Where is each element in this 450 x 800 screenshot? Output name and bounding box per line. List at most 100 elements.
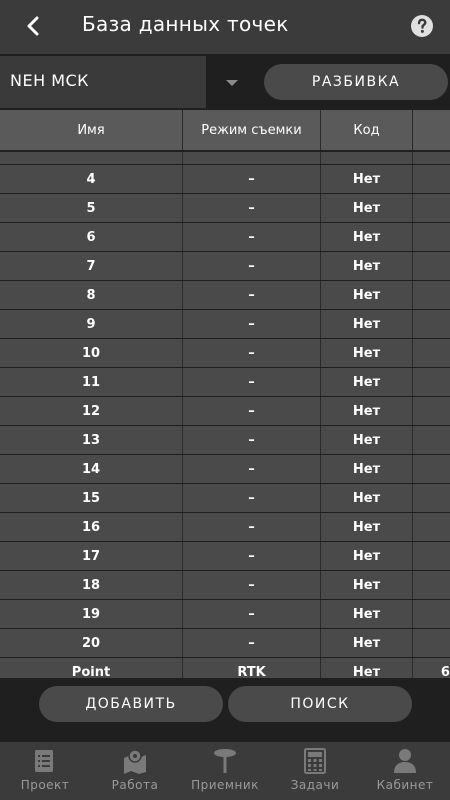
cell-extra (413, 397, 450, 425)
column-header-mode[interactable]: Режим съемки (183, 110, 321, 150)
nav-item-project[interactable]: Проект (0, 742, 90, 800)
cell-mode: – (183, 484, 321, 512)
nav-item-tasks[interactable]: Задачи (270, 742, 360, 800)
cell-name: 6 (0, 223, 183, 251)
table-header: Имя Режим съемки Код (0, 110, 450, 150)
table-row-partial[interactable] (0, 152, 450, 164)
cell-name: 4 (0, 165, 183, 193)
cell-extra: 5 (413, 571, 450, 599)
table-row[interactable]: 20–Нет5 (0, 629, 450, 657)
cell-extra: 5 (413, 339, 450, 367)
cell-name: 13 (0, 426, 183, 454)
nav-item-account[interactable]: Кабинет (360, 742, 450, 800)
coordinate-system-select[interactable]: NEH МСК (0, 56, 206, 108)
receiver-icon (214, 749, 236, 773)
table-row[interactable]: 8–Нет5 (0, 281, 450, 309)
cell-mode: – (183, 194, 321, 222)
table-row[interactable]: 13–Нет5 (0, 426, 450, 454)
cell-extra: 5 (413, 165, 450, 193)
cell-name: 15 (0, 484, 183, 512)
table-body: 4–Нет55–Нет56–Нет57–Нет58–Нет59–Нет510–Н… (0, 152, 450, 678)
table-row[interactable]: 7–Нет5 (0, 252, 450, 280)
cell-code: Нет (321, 658, 413, 678)
cell-code: Нет (321, 165, 413, 193)
nav-item-receiver[interactable]: Приемник (180, 742, 270, 800)
cell-extra: 5 (413, 426, 450, 454)
cell-extra: 5 (413, 223, 450, 251)
table-row[interactable]: 6–Нет5 (0, 223, 450, 251)
cell-extra (413, 368, 450, 396)
cell-code: Нет (321, 600, 413, 628)
table-row[interactable]: 17–Нет5 (0, 542, 450, 570)
cell-extra: 5 (413, 484, 450, 512)
cell-name: 10 (0, 339, 183, 367)
table-row[interactable]: 5–Нет5 (0, 194, 450, 222)
table-row[interactable]: 19–Нет5 (0, 600, 450, 628)
column-header-code[interactable]: Код (321, 110, 413, 150)
cell-code: Нет (321, 368, 413, 396)
table-row[interactable]: 14–Нет5 (0, 455, 450, 483)
cell-mode: – (183, 542, 321, 570)
cell-mode: – (183, 629, 321, 657)
dropdown-arrow-icon[interactable] (226, 80, 238, 86)
cell-mode: – (183, 368, 321, 396)
top-bar: База данных точек (0, 0, 450, 54)
cell-code: Нет (321, 252, 413, 280)
nav-label-receiver: Приемник (191, 778, 259, 792)
cell-mode: – (183, 397, 321, 425)
cell-extra: 5 (413, 542, 450, 570)
coordinate-system-value: NEH МСК (10, 71, 90, 90)
nav-label-account: Кабинет (376, 778, 434, 792)
table-row[interactable]: 9–Нет5 (0, 310, 450, 338)
controls-bar: NEH МСК РАЗБИВКА (0, 56, 450, 108)
page-title: База данных точек (82, 12, 289, 36)
points-table: Имя Режим съемки Код 4–Нет55–Нет56–Нет57… (0, 110, 450, 678)
table-row[interactable]: 4–Нет5 (0, 165, 450, 193)
cell-name: 16 (0, 513, 183, 541)
table-row[interactable]: 18–Нет5 (0, 571, 450, 599)
cell-code: Нет (321, 310, 413, 338)
add-button[interactable]: ДОБАВИТЬ (39, 686, 223, 722)
cell-extra: 5 (413, 310, 450, 338)
table-row[interactable]: PointRTKНет64 (0, 658, 450, 678)
cell-name: 11 (0, 368, 183, 396)
table-row[interactable]: 15–Нет5 (0, 484, 450, 512)
cell-extra: 5 (413, 600, 450, 628)
cell-extra: 5 (413, 455, 450, 483)
cell-code: Нет (321, 542, 413, 570)
cell-mode: – (183, 571, 321, 599)
stakeout-button[interactable]: РАЗБИВКА (264, 64, 448, 100)
help-icon[interactable] (410, 14, 434, 38)
column-header-name[interactable]: Имя (0, 110, 183, 150)
bottom-nav: Проект Работа Приемник Задачи Кабинет (0, 742, 450, 800)
table-row[interactable]: 12– Нет (0, 397, 450, 425)
table-row[interactable]: 11– Нет (0, 368, 450, 396)
back-arrow-icon[interactable] (22, 14, 46, 38)
cell-code: Нет (321, 513, 413, 541)
table-row[interactable]: 10–Нет5 (0, 339, 450, 367)
cell-code: Нет (321, 339, 413, 367)
cell-code: Нет (321, 426, 413, 454)
cell-name: 20 (0, 629, 183, 657)
cell-code: Нет (321, 397, 413, 425)
cell-extra: 5 (413, 252, 450, 280)
cell-name: 7 (0, 252, 183, 280)
cell-name: 8 (0, 281, 183, 309)
cell-extra: 5 (413, 629, 450, 657)
table-row[interactable]: 16–Нет5 (0, 513, 450, 541)
column-header-extra[interactable] (413, 110, 450, 150)
cell-code: Нет (321, 484, 413, 512)
cell-code: Нет (321, 455, 413, 483)
search-button[interactable]: ПОИСК (228, 686, 412, 722)
cell-name: 17 (0, 542, 183, 570)
action-bar: ДОБАВИТЬ ПОИСК (0, 680, 450, 740)
nav-item-work[interactable]: Работа (90, 742, 180, 800)
cell-extra: 5 (413, 513, 450, 541)
cell-extra: 64 (413, 658, 450, 678)
cell-name: 9 (0, 310, 183, 338)
cell-name: 18 (0, 571, 183, 599)
cell-mode: – (183, 600, 321, 628)
map-icon (124, 749, 146, 774)
cell-name: 14 (0, 455, 183, 483)
cell-name: 12 (0, 397, 183, 425)
